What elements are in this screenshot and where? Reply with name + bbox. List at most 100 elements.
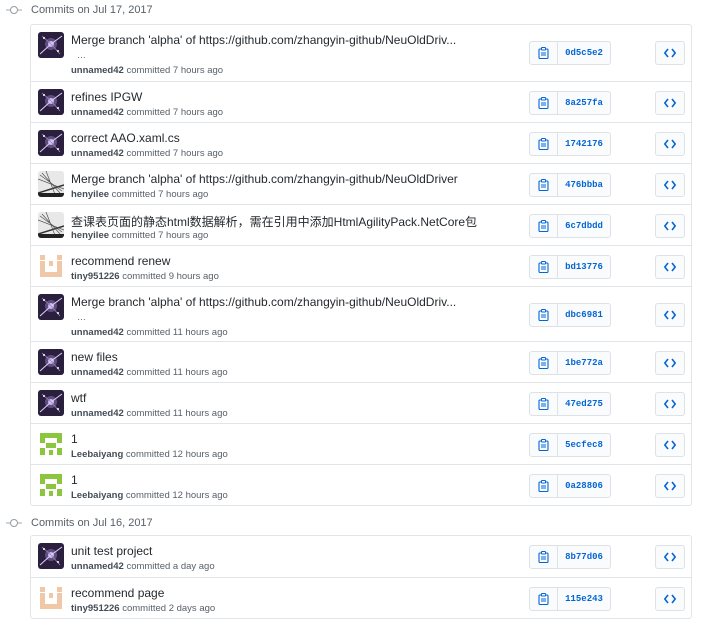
code-icon[interactable]	[655, 545, 685, 569]
commit-author-link[interactable]: unnamed42	[71, 367, 124, 378]
commit-sha-link[interactable]: 8a257fa	[558, 92, 610, 114]
commit-sha-link[interactable]: bd13776	[558, 256, 610, 278]
commit-sha-link[interactable]: 6c7dbdd	[558, 215, 610, 237]
code-icon[interactable]	[655, 351, 685, 375]
identicon-green-avatar[interactable]	[38, 472, 64, 498]
galaxy-avatar[interactable]	[38, 390, 64, 416]
commit-sha-link[interactable]: 1742176	[558, 133, 610, 155]
commit-meta: unnamed42 committed a day ago	[71, 561, 215, 572]
commit-message-link[interactable]: wtf	[71, 391, 86, 405]
clipboard-icon[interactable]	[530, 92, 558, 114]
sha-button-group: 5ecfec8	[529, 433, 611, 457]
clipboard-icon[interactable]	[530, 42, 558, 64]
commit-author-link[interactable]: Leebaiyang	[71, 449, 123, 460]
clipboard-icon[interactable]	[530, 133, 558, 155]
commit-row: correct AAO.xaml.cs unnamed42 committed 7…	[31, 122, 691, 163]
clipboard-icon[interactable]	[530, 256, 558, 278]
commit-author-link[interactable]: tiny951226	[71, 603, 120, 614]
clipboard-icon[interactable]	[530, 546, 558, 568]
commit-row: Merge branch 'alpha' of https://github.c…	[31, 286, 691, 341]
galaxy-avatar[interactable]	[38, 89, 64, 115]
commit-author-link[interactable]: unnamed42	[71, 107, 124, 118]
commit-meta: unnamed42 committed 11 hours ago	[71, 367, 228, 378]
commit-message-link[interactable]: recommend renew	[71, 254, 170, 268]
expand-message-button[interactable]: …	[77, 312, 87, 322]
commit-author-link[interactable]: unnamed42	[71, 65, 124, 76]
code-icon[interactable]	[655, 433, 685, 457]
commit-sha-link[interactable]: 115e243	[558, 588, 610, 610]
commit-time: committed 11 hours ago	[126, 367, 228, 378]
commit-meta: Leebaiyang committed 12 hours ago	[71, 490, 228, 501]
expand-message-button[interactable]: …	[77, 50, 87, 60]
code-icon[interactable]	[655, 392, 685, 416]
commit-meta: unnamed42 committed 11 hours ago	[71, 408, 228, 419]
code-icon[interactable]	[655, 587, 685, 611]
commit-author-link[interactable]: unnamed42	[71, 561, 124, 572]
clipboard-icon[interactable]	[530, 393, 558, 415]
commit-author-link[interactable]: unnamed42	[71, 327, 124, 338]
sha-button-group: 47ed275	[529, 392, 611, 416]
clipboard-icon[interactable]	[530, 174, 558, 196]
commit-meta: unnamed42 committed 7 hours ago	[71, 65, 223, 76]
clipboard-icon[interactable]	[530, 475, 558, 497]
commit-row: 查课表页面的静态html数据解析，需在引用中添加HtmlAgilityPack.…	[31, 204, 691, 245]
sha-button-group: 1be772a	[529, 351, 611, 375]
commit-author-link[interactable]: henyilee	[71, 230, 109, 241]
commit-sha-link[interactable]: 1be772a	[558, 352, 610, 374]
code-icon[interactable]	[655, 173, 685, 197]
commit-sha-link[interactable]: 8b77d06	[558, 546, 610, 568]
code-icon[interactable]	[655, 91, 685, 115]
commit-time: committed 7 hours ago	[126, 65, 224, 76]
sha-button-group: 6c7dbdd	[529, 214, 611, 238]
sha-button-group: dbc6981	[529, 303, 611, 327]
commit-meta: henyilee committed 7 hours ago	[71, 189, 208, 200]
commit-message-link[interactable]: 1	[71, 432, 78, 446]
commit-author-link[interactable]: tiny951226	[71, 271, 120, 282]
commit-row: 1 Leebaiyang committed 12 hours ago 0a2880…	[31, 464, 691, 505]
commit-sha-link[interactable]: dbc6981	[558, 304, 610, 326]
galaxy-avatar[interactable]	[38, 349, 64, 375]
commit-sha-link[interactable]: 0d5c5e2	[558, 42, 610, 64]
identicon-orange-avatar[interactable]	[38, 253, 64, 279]
commit-author-link[interactable]: unnamed42	[71, 148, 124, 159]
code-icon[interactable]	[655, 41, 685, 65]
commit-message-link[interactable]: refines IPGW	[71, 90, 142, 104]
commit-message-link[interactable]: Merge branch 'alpha' of https://github.c…	[71, 295, 456, 309]
bridge-avatar[interactable]	[38, 212, 64, 238]
code-icon[interactable]	[655, 214, 685, 238]
code-icon[interactable]	[655, 132, 685, 156]
commit-sha-link[interactable]: 47ed275	[558, 393, 610, 415]
galaxy-avatar[interactable]	[38, 130, 64, 156]
clipboard-icon[interactable]	[530, 215, 558, 237]
commit-time: committed 7 hours ago	[126, 107, 224, 118]
commit-message-link[interactable]: new files	[71, 350, 118, 364]
commit-author-link[interactable]: unnamed42	[71, 408, 124, 419]
commit-sha-link[interactable]: 476bbba	[558, 174, 610, 196]
galaxy-avatar[interactable]	[38, 32, 64, 58]
code-icon[interactable]	[655, 255, 685, 279]
commit-message-link[interactable]: Merge branch 'alpha' of https://github.c…	[71, 33, 456, 47]
galaxy-avatar[interactable]	[38, 543, 64, 569]
clipboard-icon[interactable]	[530, 434, 558, 456]
commit-message-link[interactable]: Merge branch 'alpha' of https://github.c…	[71, 172, 458, 186]
commit-message-link[interactable]: 查课表页面的静态html数据解析，需在引用中添加HtmlAgilityPack.…	[71, 213, 477, 230]
commit-message-link[interactable]: 1	[71, 473, 78, 487]
identicon-green-avatar[interactable]	[38, 431, 64, 457]
commit-message-link[interactable]: unit test project	[71, 544, 152, 558]
clipboard-icon[interactable]	[530, 352, 558, 374]
commit-sha-link[interactable]: 0a28806	[558, 475, 610, 497]
commit-message-link[interactable]: correct AAO.xaml.cs	[71, 131, 180, 145]
code-icon[interactable]	[655, 474, 685, 498]
clipboard-icon[interactable]	[530, 304, 558, 326]
identicon-orange-avatar[interactable]	[38, 585, 64, 611]
bridge-avatar[interactable]	[38, 171, 64, 197]
galaxy-avatar[interactable]	[38, 294, 64, 320]
clipboard-icon[interactable]	[530, 588, 558, 610]
commit-sha-link[interactable]: 5ecfec8	[558, 434, 610, 456]
commit-author-link[interactable]: Leebaiyang	[71, 490, 123, 501]
commit-message-link[interactable]: recommend page	[71, 586, 164, 600]
sha-button-group: 0d5c5e2	[529, 41, 611, 65]
commit-author-link[interactable]: henyilee	[71, 189, 109, 200]
code-icon[interactable]	[655, 303, 685, 327]
commit-row: 1 Leebaiyang committed 12 hours ago 5ecfec…	[31, 423, 691, 464]
